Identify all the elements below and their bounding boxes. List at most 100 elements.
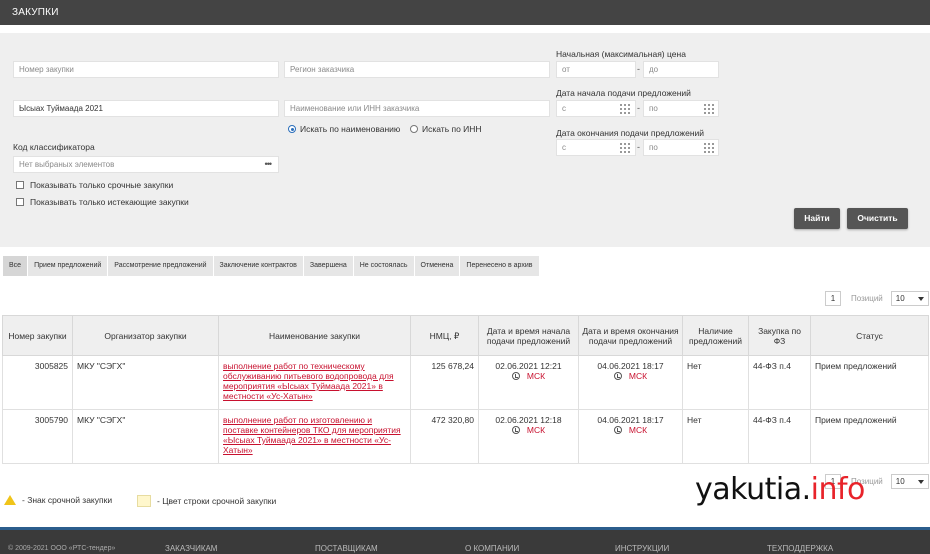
col-status[interactable]: Статус xyxy=(810,315,929,356)
classifier-input[interactable] xyxy=(13,156,279,173)
table-header-row: Номер закупки Организатор закупки Наимен… xyxy=(2,315,929,356)
tab-completed[interactable]: Завершена xyxy=(303,256,353,276)
search-by-inn-radio[interactable]: Искать по ИНН xyxy=(410,124,482,134)
cell-start: 02.06.2021 12:21 МСК xyxy=(478,355,579,410)
calendar-icon[interactable] xyxy=(704,104,716,114)
cell-end: 04.06.2021 18:17 МСК xyxy=(578,355,683,410)
tab-all[interactable]: Все xyxy=(3,256,28,276)
footer-link-customers[interactable]: ЗАКАЗЧИКАМ xyxy=(165,544,217,553)
timezone-label: МСК xyxy=(628,371,648,381)
classifier-label: Код классификатора xyxy=(13,142,95,152)
col-end[interactable]: Дата и время окончания подачи предложени… xyxy=(578,315,683,356)
end-date-label: Дата окончания подачи предложений xyxy=(556,128,705,138)
tab-reviewing-offers[interactable]: Рассмотрение предложений xyxy=(108,256,213,276)
site-footer: © 2009-2021 ООО «РТС-тендер» ЗАКАЗЧИКАМ … xyxy=(0,527,930,554)
tab-accepting-offers[interactable]: Прием предложений xyxy=(28,256,108,276)
cell-number: 3005825 xyxy=(2,355,73,410)
expiring-only-checkbox[interactable]: Показывать только истекающие закупки xyxy=(16,197,189,207)
clock-icon xyxy=(511,426,520,434)
calendar-icon[interactable] xyxy=(620,143,632,153)
col-name[interactable]: Наименование закупки xyxy=(218,315,411,356)
per-page-value: 10 xyxy=(895,294,905,303)
customer-region-input[interactable] xyxy=(284,61,550,78)
expiring-only-label: Показывать только истекающие закупки xyxy=(30,197,189,207)
col-organizer[interactable]: Организатор закупки xyxy=(72,315,219,356)
col-number[interactable]: Номер закупки xyxy=(2,315,73,356)
footer-link-suppliers[interactable]: ПОСТАВЩИКАМ xyxy=(315,544,378,553)
per-page-value: 10 xyxy=(895,477,905,486)
timezone-label: МСК xyxy=(526,425,546,435)
tab-archived[interactable]: Перенесено в архив xyxy=(460,256,539,276)
tab-failed[interactable]: Не состоялась xyxy=(353,256,414,276)
footer-link-support[interactable]: ТЕХПОДДЕРЖКА xyxy=(767,544,833,553)
purchase-link[interactable]: выполнение работ по изготовлению и поста… xyxy=(223,415,401,455)
checkbox-box xyxy=(16,198,24,206)
timezone-label: МСК xyxy=(628,425,648,435)
search-by-name-radio[interactable]: Искать по наименованию xyxy=(288,124,400,134)
timezone: МСК xyxy=(613,425,648,435)
urgent-sign-text: - Знак срочной закупки xyxy=(22,495,113,505)
clock-icon xyxy=(613,426,622,434)
price-from-input[interactable] xyxy=(556,61,636,78)
end-datetime: 04.06.2021 18:17 xyxy=(597,361,664,371)
range-dash: - xyxy=(637,103,640,113)
footer-link-instructions[interactable]: ИНСТРУКЦИИ xyxy=(615,544,669,553)
clock-icon xyxy=(511,372,520,380)
keyword-input[interactable] xyxy=(13,100,279,117)
per-page-select[interactable]: 10 xyxy=(890,474,929,489)
footer-link-about[interactable]: О КОМПАНИИ xyxy=(465,544,519,553)
tab-contracting[interactable]: Заключение контрактов xyxy=(213,256,303,276)
page-number-button[interactable]: 1 xyxy=(825,291,841,306)
per-page-select[interactable]: 10 xyxy=(890,291,929,306)
urgent-color-legend: - Цвет строки срочной закупки xyxy=(137,495,276,507)
start-date-label: Дата начала подачи предложений xyxy=(556,88,691,98)
col-law[interactable]: Закупка по ФЗ xyxy=(748,315,811,356)
cell-price: 472 320,80 xyxy=(410,409,479,464)
watermark-accent: info xyxy=(810,472,866,507)
table-row[interactable]: 3005825 МКУ "СЭГХ" выполнение работ по т… xyxy=(2,355,929,410)
clear-button[interactable]: Очистить xyxy=(847,208,908,229)
urgent-color-text: - Цвет строки срочной закупки xyxy=(157,496,277,506)
clock-icon xyxy=(613,372,622,380)
radio-selected-indicator xyxy=(288,125,296,133)
cell-status: Прием предложений xyxy=(810,355,929,410)
calendar-icon[interactable] xyxy=(704,143,716,153)
table-row[interactable]: 3005790 МКУ "СЭГХ" выполнение работ по и… xyxy=(2,409,929,464)
purchase-link[interactable]: выполнение работ по техническому обслужи… xyxy=(223,361,394,401)
find-button[interactable]: Найти xyxy=(794,208,840,229)
cell-end: 04.06.2021 18:17 МСК xyxy=(578,409,683,464)
cell-name: выполнение работ по техническому обслужи… xyxy=(218,355,411,410)
search-by-name-label: Искать по наименованию xyxy=(300,124,401,134)
col-offers[interactable]: Наличие предложений xyxy=(682,315,749,356)
watermark-main: yakutia. xyxy=(695,472,811,507)
yakutia-watermark: yakutia.info xyxy=(695,472,865,507)
copyright: © 2009-2021 ООО «РТС-тендер» xyxy=(8,545,116,552)
col-price[interactable]: НМЦ, ₽ xyxy=(410,315,479,356)
purchase-number-input[interactable] xyxy=(13,61,279,78)
timezone-label: МСК xyxy=(526,371,546,381)
purchases-table: Номер закупки Организатор закупки Наимен… xyxy=(2,315,929,464)
filter-panel: Начальная (максимальная) цена - Дата нач… xyxy=(0,33,930,247)
tab-cancelled[interactable]: Отменена xyxy=(414,256,460,276)
timezone: МСК xyxy=(511,425,546,435)
start-datetime: 02.06.2021 12:21 xyxy=(495,361,562,371)
cell-status: Прием предложений xyxy=(810,409,929,464)
search-by-inn-label: Искать по ИНН xyxy=(422,124,482,134)
end-datetime: 04.06.2021 18:17 xyxy=(597,415,664,425)
cell-price: 125 678,24 xyxy=(410,355,479,410)
pager-top: 1 Позиций 10 xyxy=(825,291,929,306)
cell-organizer: МКУ "СЭГХ" xyxy=(72,409,219,464)
price-to-input[interactable] xyxy=(643,61,719,78)
col-start[interactable]: Дата и время начала подачи предложений xyxy=(478,315,579,356)
calendar-icon[interactable] xyxy=(620,104,632,114)
customer-name-input[interactable] xyxy=(284,100,550,117)
radio-indicator xyxy=(410,125,418,133)
timezone: МСК xyxy=(613,371,648,381)
ellipsis-icon[interactable]: ••• xyxy=(265,159,273,169)
cell-start: 02.06.2021 12:18 МСК xyxy=(478,409,579,464)
status-tabs: Все Прием предложений Рассмотрение предл… xyxy=(3,256,540,276)
classifier-field[interactable]: ••• xyxy=(13,156,279,173)
urgent-only-checkbox[interactable]: Показывать только срочные закупки xyxy=(16,180,173,190)
timezone: МСК xyxy=(511,371,546,381)
per-page-label: Позиций xyxy=(851,294,883,303)
